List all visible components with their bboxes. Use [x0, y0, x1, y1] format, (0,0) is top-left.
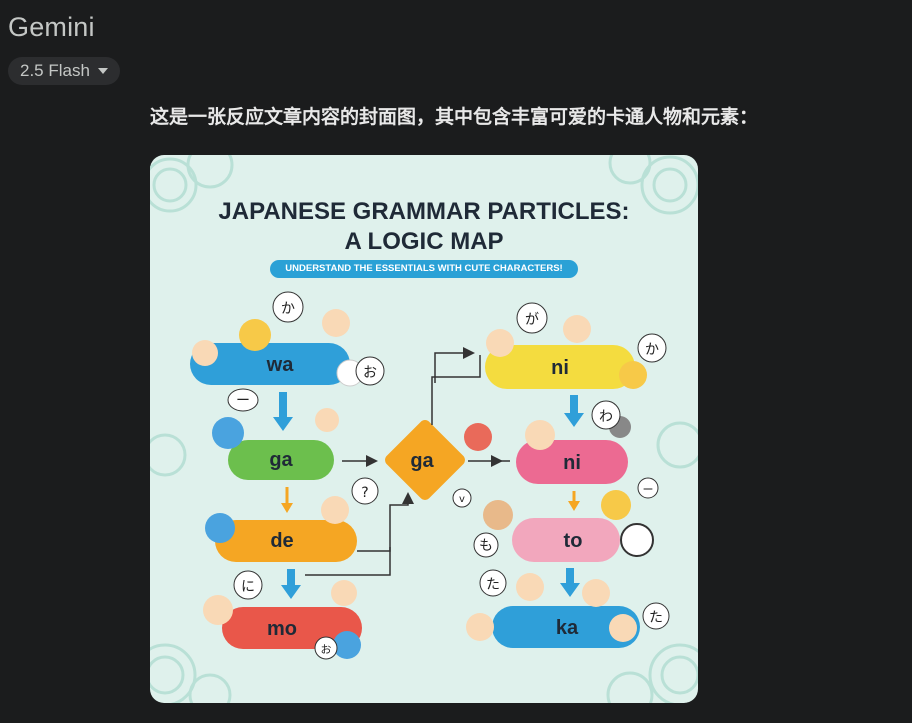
diamond-ga-label: ga	[410, 450, 434, 472]
poster-subtitle: UNDERSTAND THE ESSENTIALS WITH CUTE CHAR…	[270, 260, 578, 278]
svg-text:?: ?	[361, 485, 368, 501]
app-title: Gemini	[8, 12, 95, 42]
pill-ka-label: ka	[556, 617, 579, 639]
svg-text:ー: ー	[643, 483, 654, 496]
arrow-head-r2	[568, 501, 580, 511]
svg-text:に: に	[241, 579, 255, 595]
pill-ga-label: ga	[269, 449, 293, 471]
assistant-message: 这是一张反应文章内容的封面图，其中包含丰富可爱的卡通人物和元素：	[150, 106, 759, 128]
pill-mo-label: mo	[267, 618, 297, 640]
svg-text:お: お	[321, 643, 332, 656]
pill-to-label: to	[564, 530, 583, 552]
svg-text:ー: ー	[236, 393, 250, 409]
generated-cover-image[interactable]: wa ga de mo ga ni ni to ka か お ー ? に お が…	[150, 155, 698, 703]
poster-title-line2: A LOGIC MAP	[344, 228, 504, 255]
pill-ni-mid-label: ni	[563, 452, 581, 474]
model-selector-label: 2.5 Flash	[20, 61, 90, 80]
svg-text:も: も	[479, 538, 493, 554]
svg-text:た: た	[486, 577, 500, 593]
svg-text:v: v	[459, 494, 465, 505]
pill-wa-label: wa	[266, 354, 295, 376]
arrow-head-r1	[564, 413, 584, 427]
arrow-head-1	[273, 417, 293, 431]
arrow-head-3	[281, 585, 301, 599]
svg-text:お: お	[363, 365, 377, 381]
poster-title-line1: JAPANESE GRAMMAR PARTICLES:	[218, 198, 630, 225]
arrow-head-2	[281, 503, 293, 513]
arrow-head-r3	[560, 583, 580, 597]
model-selector[interactable]: 2.5 Flash	[8, 57, 120, 85]
poster-title: JAPANESE GRAMMAR PARTICLES: A LOGIC MAP	[150, 197, 698, 257]
svg-text:た: た	[649, 610, 663, 626]
svg-text:か: か	[281, 301, 295, 317]
svg-text:か: か	[645, 342, 659, 358]
pill-ni-top-label: ni	[551, 357, 569, 379]
pill-de-label: de	[270, 530, 293, 552]
connector-center-top	[434, 347, 475, 383]
chevron-down-icon	[97, 68, 108, 74]
svg-text:が: が	[525, 312, 539, 328]
connector-up	[431, 355, 481, 425]
svg-text:わ: わ	[599, 409, 613, 425]
